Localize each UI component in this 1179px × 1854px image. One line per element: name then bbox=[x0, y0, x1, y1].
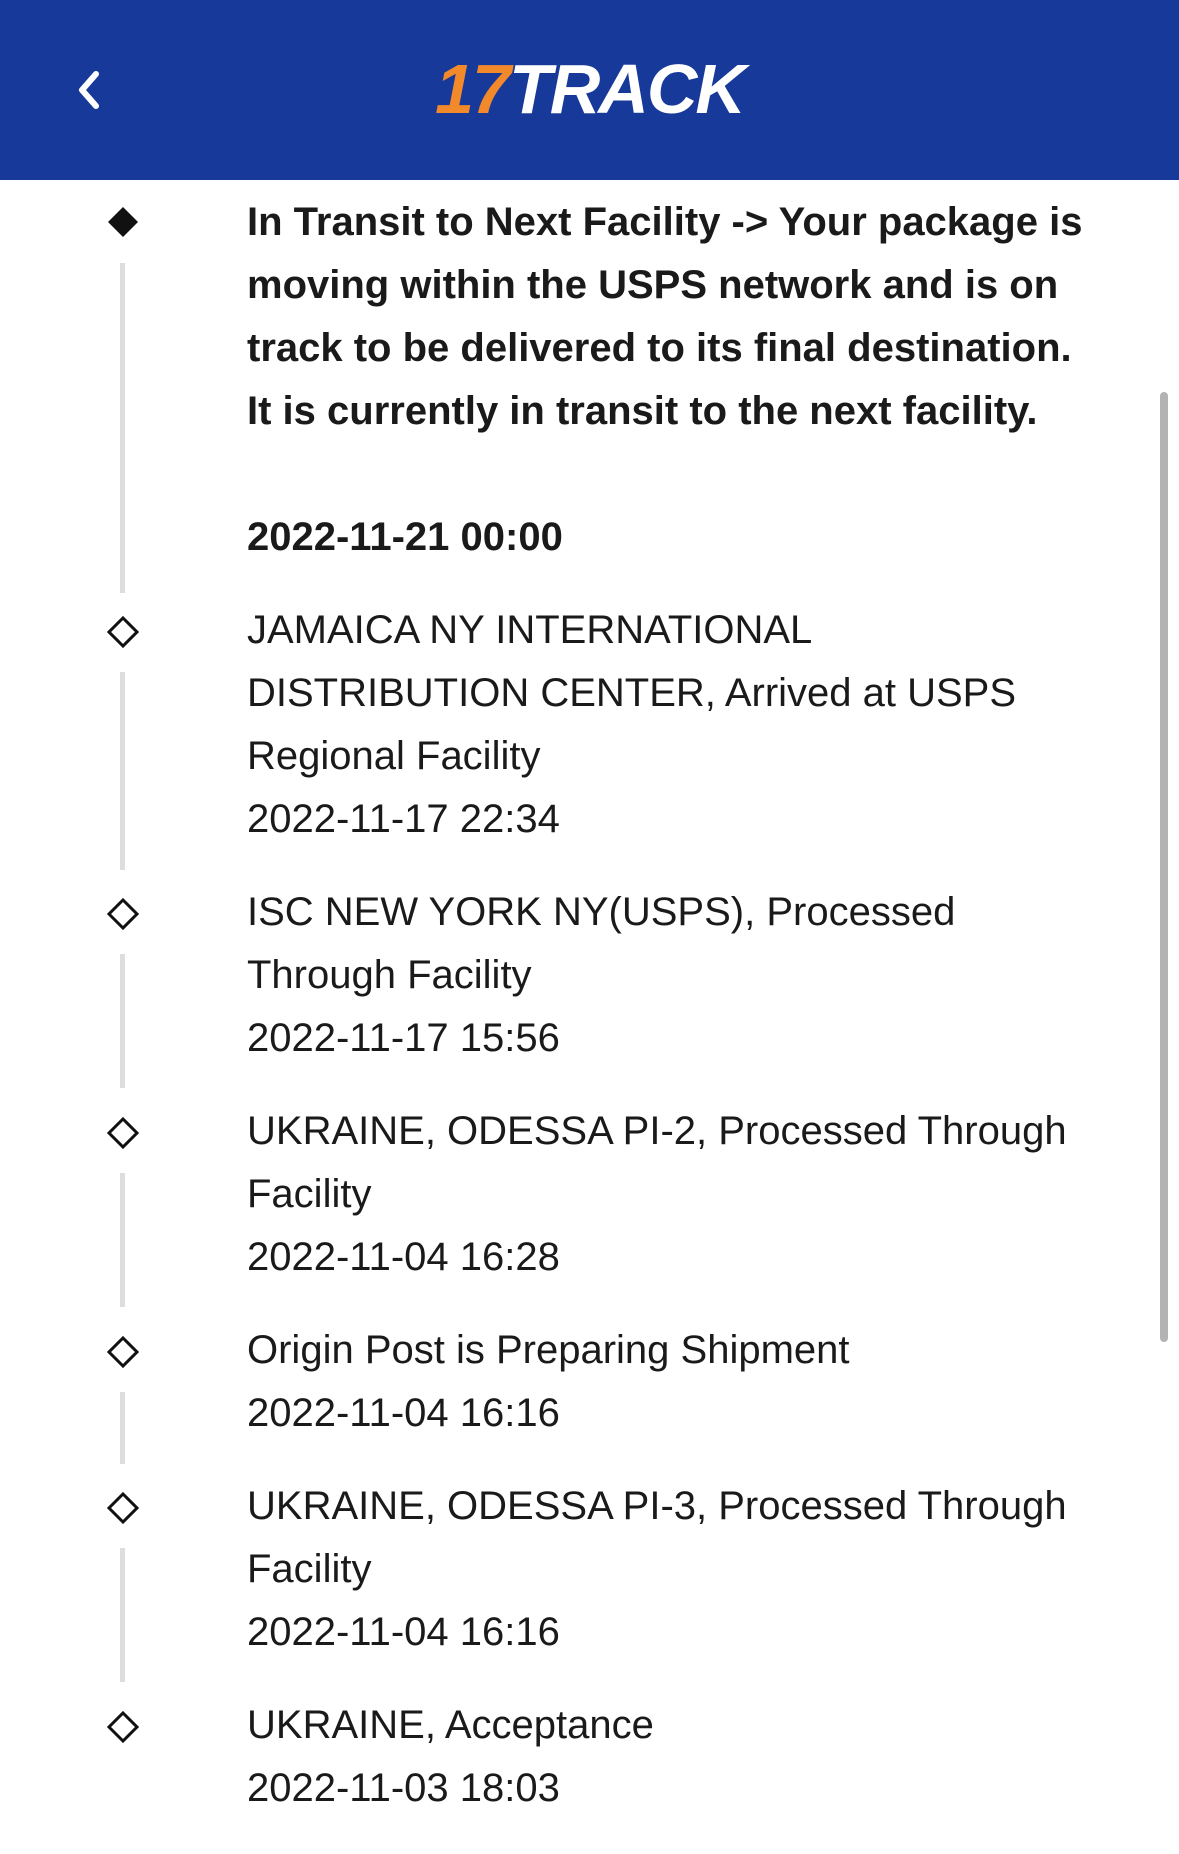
diamond-outline-icon bbox=[107, 616, 139, 648]
diamond-outline-icon bbox=[107, 898, 139, 930]
event-description: UKRAINE, ODESSA PI-2, Processed Through … bbox=[247, 1109, 1067, 1216]
event-datetime: 2022-11-21 00:00 bbox=[247, 515, 563, 559]
event-datetime: 2022-11-04 16:16 bbox=[247, 1391, 560, 1435]
timeline-connector bbox=[120, 1173, 125, 1307]
app-logo: 17TRACK bbox=[0, 48, 1179, 130]
filled-diamond-icon bbox=[108, 207, 138, 237]
top-bar: 17TRACK bbox=[0, 0, 1179, 180]
timeline-connector bbox=[120, 263, 125, 593]
event-datetime: 2022-11-17 22:34 bbox=[247, 797, 560, 841]
event-description: UKRAINE, Acceptance bbox=[247, 1703, 654, 1747]
event-datetime: 2022-11-17 15:56 bbox=[247, 1016, 560, 1060]
logo-number: 17 bbox=[435, 50, 511, 128]
event-datetime: 2022-11-04 16:28 bbox=[247, 1235, 560, 1279]
event-description: ISC NEW YORK NY(USPS), Processed Through… bbox=[247, 890, 956, 997]
event-description: UKRAINE, ODESSA PI-3, Processed Through … bbox=[247, 1484, 1067, 1591]
diamond-outline-icon bbox=[107, 1711, 139, 1743]
timeline-connector bbox=[120, 1548, 125, 1682]
diamond-outline-icon bbox=[107, 1117, 139, 1149]
timeline-connector bbox=[120, 672, 125, 870]
event-description: JAMAICA NY INTERNATIONAL DISTRIBUTION CE… bbox=[247, 608, 1017, 778]
timeline-connector bbox=[120, 1392, 125, 1464]
timeline-connector bbox=[120, 954, 125, 1088]
event-description: In Transit to Next Facility -> Your pack… bbox=[247, 200, 1083, 433]
scrollbar[interactable] bbox=[1160, 392, 1168, 1342]
logo-word: TRACK bbox=[508, 50, 746, 128]
event-datetime: 2022-11-04 16:16 bbox=[247, 1610, 560, 1654]
diamond-outline-icon bbox=[107, 1336, 139, 1368]
event-datetime: 2022-11-03 18:03 bbox=[247, 1766, 560, 1810]
event-description: Origin Post is Preparing Shipment bbox=[247, 1328, 850, 1372]
diamond-outline-icon bbox=[107, 1492, 139, 1524]
